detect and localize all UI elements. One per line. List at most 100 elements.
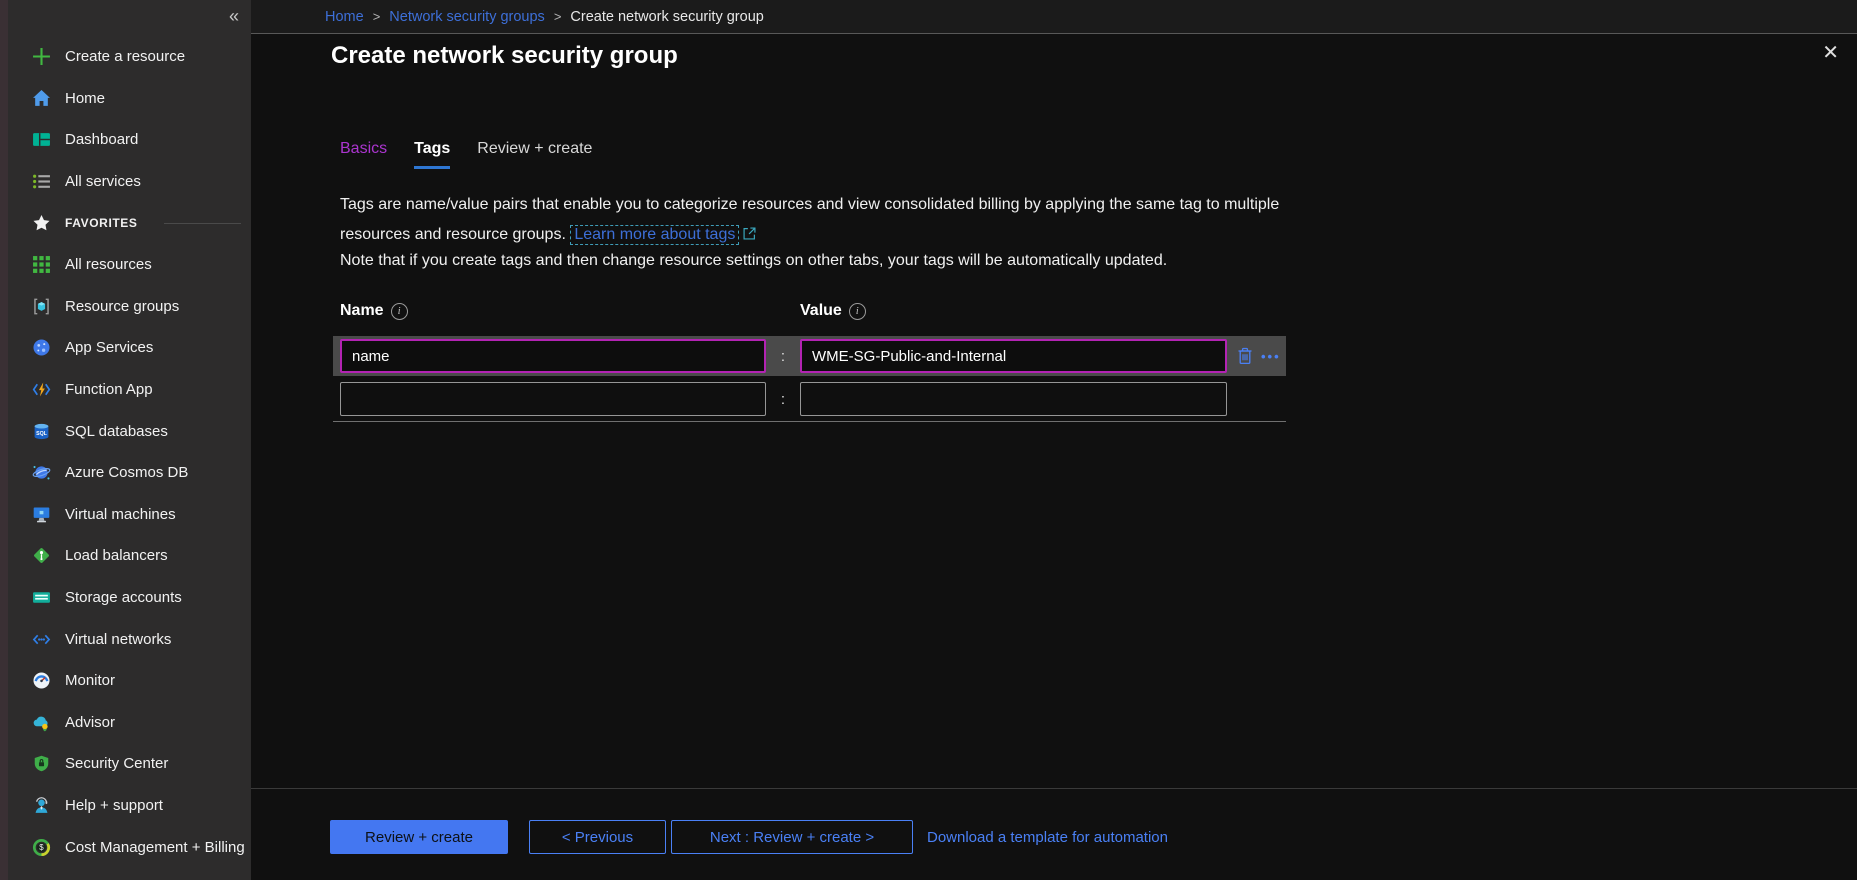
main-area: Home > Network security groups > Create … bbox=[251, 0, 1857, 880]
favorites-label: FAVORITES bbox=[65, 216, 138, 230]
sidebar-item-label: Advisor bbox=[65, 714, 115, 731]
chevron-right-icon: > bbox=[554, 9, 562, 24]
sidebar-item-label: Monitor bbox=[65, 672, 115, 689]
breadcrumb: Home > Network security groups > Create … bbox=[251, 0, 1857, 34]
sidebar-item-label: Storage accounts bbox=[65, 589, 182, 606]
tag-row: : ••• bbox=[333, 336, 1286, 376]
sidebar-item-storage-accounts[interactable]: Storage accounts bbox=[8, 577, 251, 619]
sidebar-item-resource-groups[interactable]: Resource groups bbox=[8, 286, 251, 328]
tags-description: Tags are name/value pairs that enable yo… bbox=[340, 190, 1305, 251]
sidebar-item-label: Dashboard bbox=[65, 131, 138, 148]
sidebar-item-help-support[interactable]: Help + support bbox=[8, 785, 251, 827]
tab-tags[interactable]: Tags bbox=[414, 140, 450, 169]
external-link-icon bbox=[743, 221, 756, 251]
sidebar-item-sql-databases[interactable]: SQL SQL databases bbox=[8, 410, 251, 452]
divider bbox=[164, 223, 241, 224]
plus-icon bbox=[32, 47, 51, 66]
sidebar-item-label: App Services bbox=[65, 339, 153, 356]
tag-row-empty: : bbox=[340, 382, 1300, 416]
tag-value-input[interactable] bbox=[800, 339, 1227, 373]
sidebar-item-advisor[interactable]: Advisor bbox=[8, 702, 251, 744]
list-icon bbox=[32, 172, 51, 191]
collapse-sidebar-icon[interactable]: « bbox=[229, 6, 239, 27]
sidebar-item-load-balancers[interactable]: Load balancers bbox=[8, 535, 251, 577]
sidebar-item-label: Create a resource bbox=[65, 48, 185, 65]
delete-tag-button[interactable] bbox=[1237, 347, 1253, 365]
svg-text:SQL: SQL bbox=[36, 431, 48, 437]
tags-table: Name i Value i : ••• : bbox=[340, 302, 1300, 422]
sidebar-item-label: Help + support bbox=[65, 797, 163, 814]
sidebar-item-cost-management-billing[interactable]: $ Cost Management + Billing bbox=[8, 826, 251, 868]
cube-brackets-icon bbox=[32, 297, 51, 316]
sidebar-favorites-header: FAVORITES bbox=[8, 202, 251, 244]
sidebar-item-label: All services bbox=[65, 173, 141, 190]
monitor-icon bbox=[32, 505, 51, 524]
sidebar-item-all-resources[interactable]: All resources bbox=[8, 244, 251, 286]
review-create-button[interactable]: Review + create bbox=[330, 820, 508, 854]
close-icon[interactable]: ✕ bbox=[1822, 40, 1839, 65]
tags-description-text: Tags are name/value pairs that enable yo… bbox=[340, 196, 1279, 243]
sidebar-item-all-services[interactable]: All services bbox=[8, 161, 251, 203]
database-icon: SQL bbox=[32, 422, 51, 441]
next-button[interactable]: Next : Review + create > bbox=[671, 820, 913, 854]
tab-review-create[interactable]: Review + create bbox=[477, 140, 592, 169]
lightning-icon bbox=[32, 380, 51, 399]
dashboard-icon bbox=[32, 130, 51, 149]
sidebar-item-function-app[interactable]: Function App bbox=[8, 369, 251, 411]
sidebar: « Create a resource Home Dashboard All s… bbox=[8, 0, 251, 880]
breadcrumb-nsg-link[interactable]: Network security groups bbox=[389, 9, 545, 25]
shield-icon bbox=[32, 754, 51, 773]
diamond-icon bbox=[32, 546, 51, 565]
tab-bar: Basics Tags Review + create bbox=[340, 140, 592, 169]
sidebar-item-label: Resource groups bbox=[65, 298, 179, 315]
home-icon bbox=[32, 89, 51, 108]
value-column-header: Value bbox=[800, 302, 842, 320]
tag-name-input[interactable] bbox=[340, 382, 766, 416]
tag-value-input[interactable] bbox=[800, 382, 1227, 416]
tab-basics[interactable]: Basics bbox=[340, 140, 387, 169]
tag-name-input[interactable] bbox=[340, 339, 766, 373]
cost-ring-icon: $ bbox=[32, 838, 51, 857]
sidebar-item-label: All resources bbox=[65, 256, 152, 273]
sidebar-item-create-a-resource[interactable]: Create a resource bbox=[8, 36, 251, 78]
star-icon bbox=[32, 214, 51, 233]
sidebar-item-label: Azure Cosmos DB bbox=[65, 464, 188, 481]
window-edge bbox=[0, 0, 8, 880]
sidebar-item-label: Load balancers bbox=[65, 547, 168, 564]
sidebar-item-label: Virtual machines bbox=[65, 506, 176, 523]
sidebar-item-azure-cosmos-db[interactable]: Azure Cosmos DB bbox=[8, 452, 251, 494]
network-brackets-icon bbox=[32, 630, 51, 649]
sidebar-item-app-services[interactable]: App Services bbox=[8, 327, 251, 369]
grid-icon bbox=[32, 255, 51, 274]
page-title: Create network security group bbox=[331, 42, 678, 70]
breadcrumb-current: Create network security group bbox=[570, 9, 763, 25]
svg-text:$: $ bbox=[39, 843, 44, 852]
sidebar-item-virtual-networks[interactable]: Virtual networks bbox=[8, 618, 251, 660]
footer-action-bar: Review + create < Previous Next : Review… bbox=[251, 788, 1857, 854]
sidebar-item-label: SQL databases bbox=[65, 423, 168, 440]
info-icon[interactable]: i bbox=[849, 303, 866, 320]
sidebar-item-security-center[interactable]: Security Center bbox=[8, 743, 251, 785]
more-options-button[interactable]: ••• bbox=[1261, 349, 1281, 364]
sidebar-item-virtual-machines[interactable]: Virtual machines bbox=[8, 494, 251, 536]
previous-button[interactable]: < Previous bbox=[529, 820, 666, 854]
sidebar-item-monitor[interactable]: Monitor bbox=[8, 660, 251, 702]
tags-table-header: Name i Value i bbox=[340, 302, 1300, 336]
breadcrumb-home-link[interactable]: Home bbox=[325, 9, 364, 25]
tags-note: Note that if you create tags and then ch… bbox=[340, 252, 1340, 270]
colon-separator: : bbox=[766, 391, 800, 408]
name-column-header: Name bbox=[340, 302, 384, 320]
learn-more-about-tags-link[interactable]: Learn more about tags bbox=[570, 225, 739, 245]
sidebar-item-label: Virtual networks bbox=[65, 631, 171, 648]
sidebar-item-label: Security Center bbox=[65, 755, 168, 772]
storage-icon bbox=[32, 588, 51, 607]
download-template-link[interactable]: Download a template for automation bbox=[927, 829, 1168, 846]
sidebar-item-home[interactable]: Home bbox=[8, 78, 251, 120]
sidebar-item-label: Home bbox=[65, 90, 105, 107]
gauge-icon bbox=[32, 671, 51, 690]
info-icon[interactable]: i bbox=[391, 303, 408, 320]
planet-icon bbox=[32, 463, 51, 482]
colon-separator: : bbox=[766, 348, 800, 365]
advisor-cloud-icon bbox=[32, 713, 51, 732]
sidebar-item-dashboard[interactable]: Dashboard bbox=[8, 119, 251, 161]
